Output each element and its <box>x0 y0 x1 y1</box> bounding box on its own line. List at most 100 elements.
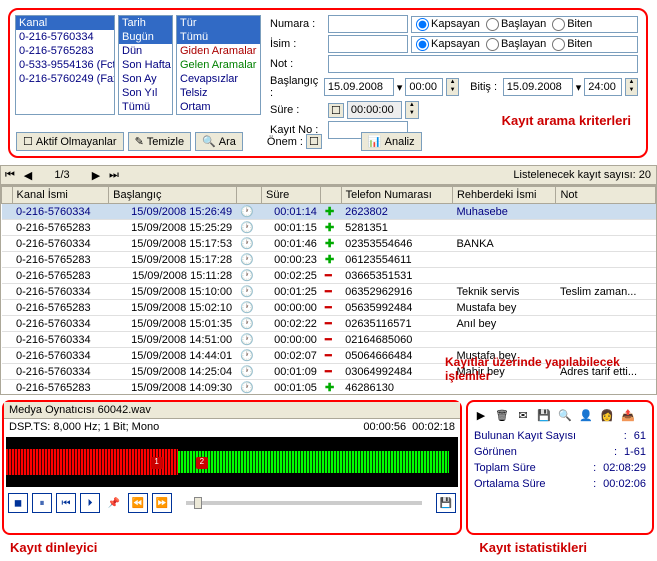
column-header[interactable]: Telefon Numarası <box>341 187 452 204</box>
column-header[interactable] <box>321 187 341 204</box>
export-icon[interactable]: 📤 <box>619 406 637 424</box>
table-row[interactable]: 0-216-576528315/09/2008 15:11:28🕐00:02:2… <box>2 268 656 284</box>
incoming-icon: ✚ <box>325 382 334 394</box>
clear-button[interactable]: ✎Temizle <box>128 132 192 151</box>
end-date-input[interactable]: 15.09.2008 <box>503 78 573 96</box>
nav-last-icon[interactable]: ⏭ <box>105 169 123 182</box>
table-row[interactable]: 0-216-576033415/09/2008 15:26:49🕐00:01:1… <box>2 204 656 220</box>
contact-icon[interactable]: 👩 <box>598 406 616 424</box>
duration-toggle[interactable]: ☐ <box>328 103 344 118</box>
column-header[interactable]: Rehberdeki İsmi <box>452 187 556 204</box>
list-item[interactable]: Son Yıl <box>119 86 172 100</box>
pause-button[interactable]: ⏸ <box>32 493 52 513</box>
duration-input[interactable]: 00:00:00 <box>347 101 402 119</box>
inactive-checkbox[interactable]: ☐ Aktif Olmayanlar <box>16 132 124 151</box>
analyze-button[interactable]: 📊Analiz <box>361 132 422 151</box>
table-row[interactable]: 0-216-576033415/09/2008 15:10:00🕐00:01:2… <box>2 284 656 300</box>
list-item[interactable]: 0-216-5760334 <box>16 30 114 44</box>
type-list[interactable]: Tür Tümü Giden Aramalar Gelen Aramalar C… <box>176 15 261 115</box>
radio-kapsayan[interactable]: Kapsayan <box>416 18 480 31</box>
outgoing-icon: ━ <box>325 350 332 362</box>
dropdown-icon[interactable]: ▾ <box>576 81 582 94</box>
end-time-input[interactable]: 24:00 <box>584 78 622 96</box>
radio-biten[interactable]: Biten <box>552 38 592 51</box>
player-format: DSP.TS: 8,000 Hz; 1 Bit; Mono <box>9 421 159 433</box>
brush-icon: ✎ <box>135 135 144 148</box>
stat-visible-value: 1-61 <box>624 446 646 458</box>
save-icon[interactable]: 💾 <box>535 406 553 424</box>
list-item[interactable]: Gelen Aramalar <box>177 58 260 72</box>
volume-slider[interactable] <box>186 501 422 505</box>
column-header[interactable]: Not <box>556 187 656 204</box>
spinner[interactable]: ▲▼ <box>446 78 459 96</box>
table-row[interactable]: 0-216-576033415/09/2008 14:51:00🕐00:00:0… <box>2 332 656 348</box>
list-item[interactable]: 0-216-5765283 <box>16 44 114 58</box>
user-icon[interactable]: 👤 <box>577 406 595 424</box>
list-item[interactable]: 0-216-5760249 (Fax) <box>16 72 114 86</box>
list-item[interactable]: Tümü <box>119 100 172 114</box>
skip-fwd-button[interactable]: ⏩ <box>152 493 172 513</box>
save-icon[interactable]: 💾 <box>436 493 456 513</box>
table-row[interactable]: 0-216-576528315/09/2008 15:25:29🕐00:01:1… <box>2 220 656 236</box>
statistics-panel: ▶ 🗑 ✉ 💾 🔍 👤 👩 📤 Bulunan Kayıt Sayısı:61 … <box>466 400 654 535</box>
list-item[interactable]: Son Hafta <box>119 58 172 72</box>
column-header[interactable]: Başlangıç <box>109 187 236 204</box>
list-item[interactable]: Dün <box>119 44 172 58</box>
list-item[interactable]: Telsiz <box>177 86 260 100</box>
list-item[interactable]: Son Ay <box>119 72 172 86</box>
spinner[interactable]: ▲▼ <box>405 101 419 119</box>
spinner[interactable]: ▲▼ <box>625 78 638 96</box>
number-input[interactable] <box>328 15 408 33</box>
radio-baslayan[interactable]: Başlayan <box>486 38 546 51</box>
list-item[interactable]: Bugün <box>119 30 172 44</box>
column-header[interactable] <box>2 187 13 204</box>
table-row[interactable]: 0-216-576033415/09/2008 15:17:53🕐00:01:4… <box>2 236 656 252</box>
radio-kapsayan[interactable]: Kapsayan <box>416 38 480 51</box>
radio-biten[interactable]: Biten <box>552 18 592 31</box>
dropdown-icon[interactable]: ▾ <box>397 81 403 94</box>
pin-icon[interactable]: 📌 <box>104 493 124 513</box>
note-input[interactable] <box>328 55 638 73</box>
name-input[interactable] <box>328 35 408 53</box>
stop-button[interactable]: ◼ <box>8 493 28 513</box>
date-list[interactable]: Tarih Bugün Dün Son Hafta Son Ay Son Yıl… <box>118 15 173 115</box>
list-item[interactable]: Ortam <box>177 100 260 114</box>
skip-back-button[interactable]: ⏪ <box>128 493 148 513</box>
waveform-display[interactable]: 1 2 <box>6 437 458 487</box>
nav-next-icon[interactable]: ▶ <box>87 169 105 182</box>
delete-icon[interactable]: 🗑 <box>493 406 511 424</box>
marker-1[interactable]: 1 <box>151 457 163 469</box>
marker-2[interactable]: 2 <box>196 457 208 469</box>
search-icon[interactable]: 🔍 <box>556 406 574 424</box>
list-item[interactable]: 0-533-9554136 (Fct) <box>16 58 114 72</box>
table-row[interactable]: 0-216-576033415/09/2008 15:01:35🕐00:02:2… <box>2 316 656 332</box>
mail-icon[interactable]: ✉ <box>514 406 532 424</box>
play-icon[interactable]: ▶ <box>472 406 490 424</box>
column-header[interactable] <box>236 187 261 204</box>
importance-toggle[interactable]: ☐ <box>306 134 322 149</box>
player-total-time: 00:02:18 <box>412 421 455 433</box>
list-item[interactable]: Cevapsızlar <box>177 72 260 86</box>
clock-icon: 🕐 <box>240 270 254 282</box>
list-item[interactable]: Tümü <box>177 30 260 44</box>
end-label: Bitiş : <box>470 81 500 93</box>
column-header[interactable]: Süre <box>261 187 320 204</box>
clock-icon: 🕐 <box>240 334 254 346</box>
start-date-input[interactable]: 15.09.2008 <box>324 78 394 96</box>
search-button[interactable]: 🔍Ara <box>195 132 243 151</box>
play-button[interactable]: ⏵ <box>80 493 100 513</box>
table-row[interactable]: 0-216-576528315/09/2008 15:17:28🕐00:00:2… <box>2 252 656 268</box>
nav-prev-icon[interactable]: ◀ <box>19 169 37 182</box>
nav-first-icon[interactable]: ⏮ <box>1 169 19 182</box>
start-time-input[interactable]: 00:00 <box>405 78 443 96</box>
channel-list[interactable]: Kanal 0-216-5760334 0-216-5765283 0-533-… <box>15 15 115 115</box>
table-row[interactable]: 0-216-576528315/09/2008 15:02:10🕐00:00:0… <box>2 300 656 316</box>
clock-icon: 🕐 <box>240 254 254 266</box>
prev-button[interactable]: ⏮ <box>56 493 76 513</box>
duration-label: Süre : <box>270 104 325 116</box>
incoming-icon: ✚ <box>325 254 334 266</box>
radio-baslayan[interactable]: Başlayan <box>486 18 546 31</box>
column-header[interactable]: Kanal İsmi <box>12 187 109 204</box>
list-item[interactable]: Giden Aramalar <box>177 44 260 58</box>
search-criteria-panel: Kanal 0-216-5760334 0-216-5765283 0-533-… <box>8 8 648 158</box>
